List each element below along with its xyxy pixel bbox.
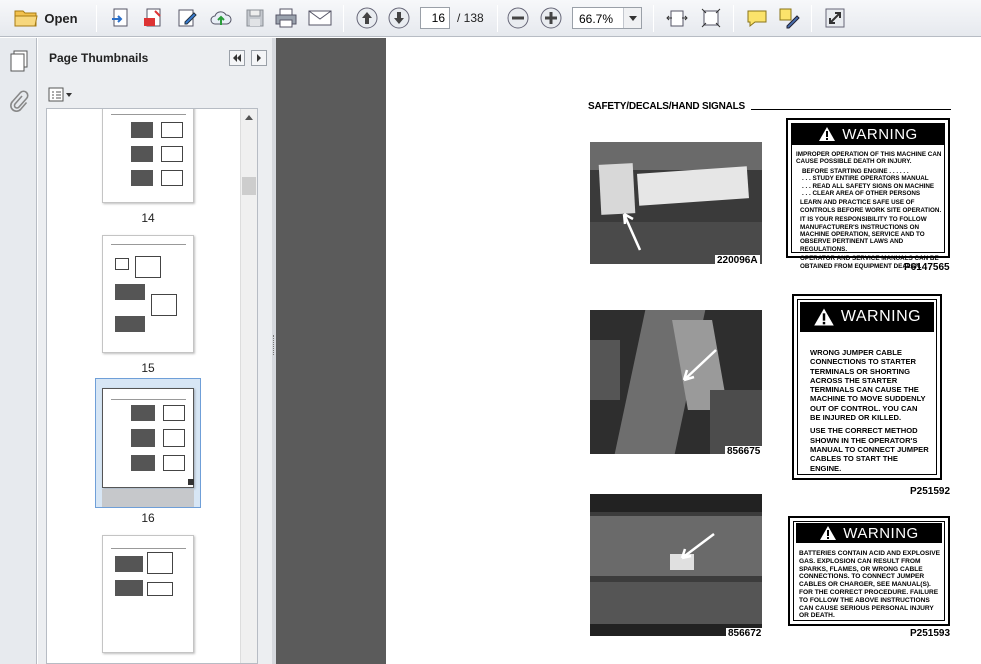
- warning-text: IMPROPER OPERATION OF THIS MACHINE CAN C…: [796, 151, 942, 270]
- speech-bubble-icon: [747, 10, 767, 28]
- save-button[interactable]: [242, 6, 268, 30]
- scroll-thumb[interactable]: [242, 177, 256, 195]
- main-toolbar: Open 16 / 138 66.7%: [0, 0, 981, 37]
- warning-text: WRONG JUMPER CABLE CONNECTIONS TO STARTE…: [810, 348, 929, 473]
- warning-triangle-icon: [820, 526, 837, 540]
- warning-title: WARNING: [842, 125, 918, 143]
- warning-title: WARNING: [843, 524, 919, 542]
- minus-circle-icon: [507, 7, 529, 29]
- fullscreen-button[interactable]: [822, 6, 848, 30]
- options-list-icon: [48, 87, 72, 102]
- section-rule: [751, 109, 951, 110]
- open-button[interactable]: Open: [8, 6, 84, 30]
- zoom-out-button[interactable]: [505, 6, 531, 30]
- fit-page-icon: [701, 8, 721, 28]
- pages-icon: [10, 50, 28, 72]
- zoom-value: 66.7%: [579, 12, 614, 26]
- thumbnail-page-current[interactable]: [102, 388, 194, 488]
- section-title: SAFETY/DECALS/HAND SIGNALS: [588, 101, 746, 112]
- convert-pdf-button[interactable]: [140, 6, 166, 30]
- thumbnail-label: 14: [141, 211, 155, 225]
- battery-photo: [590, 494, 762, 636]
- warning-title: WARNING: [840, 308, 922, 325]
- highlighter-icon: [779, 8, 800, 29]
- thumbnail-page[interactable]: [102, 535, 194, 653]
- save-icon: [246, 9, 264, 27]
- edit-icon: [178, 9, 197, 27]
- chevron-down-icon[interactable]: [623, 8, 641, 28]
- warning-header: WARNING: [791, 123, 945, 145]
- upload-button[interactable]: [208, 6, 234, 30]
- panel-title: Page Thumbnails: [49, 51, 149, 65]
- warning-decal: WARNING BATTERIES CONTAIN ACID AND EXPLO…: [788, 516, 950, 626]
- photo-code: 856675: [725, 446, 763, 457]
- warning-decal: WARNING IMPROPER OPERATION OF THIS MACHI…: [786, 118, 950, 270]
- warning-triangle-icon: [814, 308, 834, 326]
- create-pdf-button[interactable]: [108, 6, 134, 30]
- printer-icon: [275, 8, 297, 28]
- pointer-arrow-icon: [622, 212, 642, 251]
- splitter-grip[interactable]: [273, 335, 275, 355]
- scroll-up-button[interactable]: [241, 109, 257, 126]
- warning-text: BATTERIES CONTAIN ACID AND EXPLOSIVE GAS…: [799, 550, 941, 620]
- navigation-pane-strip: [0, 38, 37, 664]
- envelope-icon: [308, 10, 332, 26]
- page-thumbnails-tab[interactable]: [9, 50, 29, 72]
- double-chevron-left-icon: [233, 54, 241, 62]
- warning-triangle-icon: [819, 127, 836, 141]
- expand-icon: [825, 8, 845, 28]
- highlight-button[interactable]: [776, 6, 802, 30]
- page-number-input[interactable]: 16: [420, 7, 450, 29]
- resize-handle[interactable]: [188, 479, 194, 485]
- thumbnail-page[interactable]: [102, 109, 194, 203]
- arrow-down-icon: [388, 7, 410, 29]
- arrow-up-icon: [356, 7, 378, 29]
- pointer-arrow-icon: [680, 533, 715, 560]
- collapse-panel-button[interactable]: [229, 50, 245, 66]
- jumper-cable-photo: [590, 310, 762, 454]
- warning-decal: WARNING WRONG JUMPER CABLE CONNECTIONS T…: [792, 294, 942, 480]
- folder-icon: [14, 10, 38, 27]
- page-total: / 138: [457, 11, 484, 25]
- expand-panel-button[interactable]: [251, 50, 267, 66]
- next-page-button[interactable]: [386, 6, 412, 30]
- thumbnail-page[interactable]: [102, 235, 194, 353]
- cloud-upload-icon: [210, 11, 232, 25]
- email-button[interactable]: [306, 6, 334, 30]
- decal-code: P251592: [910, 486, 951, 497]
- chevron-right-icon: [257, 54, 261, 62]
- edit-pdf-button[interactable]: [174, 6, 200, 30]
- plus-circle-icon: [540, 7, 562, 29]
- attachments-tab[interactable]: [9, 90, 29, 114]
- document-view[interactable]: SAFETY/DECALS/HAND SIGNALS 220096A WARNI…: [276, 38, 981, 664]
- decal-photo: [590, 142, 762, 264]
- thumbnail-label: 15: [141, 361, 155, 375]
- thumbnails-panel: Page Thumbnails 14 15 16: [38, 38, 272, 664]
- document-page: SAFETY/DECALS/HAND SIGNALS 220096A WARNI…: [386, 38, 981, 664]
- paperclip-icon: [10, 90, 29, 112]
- photo-code: 220096A: [715, 255, 760, 266]
- comment-button[interactable]: [744, 6, 770, 30]
- fit-width-icon: [666, 10, 688, 27]
- decal-code: P251593: [910, 628, 951, 639]
- warning-header: WARNING: [796, 523, 942, 543]
- zoom-select[interactable]: 66.7%: [572, 7, 642, 29]
- warning-header: WARNING: [800, 302, 934, 332]
- create-pdf-icon: [112, 8, 128, 27]
- open-label: Open: [44, 10, 78, 26]
- thumbnail-label: 16: [141, 511, 155, 525]
- thumbnail-options-button[interactable]: [48, 86, 74, 104]
- fit-page-button[interactable]: [698, 6, 724, 30]
- decal-code: P6147565: [904, 262, 950, 273]
- zoom-in-button[interactable]: [538, 6, 564, 30]
- fit-width-button[interactable]: [664, 6, 690, 30]
- print-button[interactable]: [272, 6, 300, 30]
- photo-code: 856672: [726, 628, 764, 639]
- pdf-convert-icon: [144, 8, 161, 27]
- thumbnail-viewport-box[interactable]: [102, 489, 194, 507]
- pointer-arrow-icon: [682, 349, 717, 382]
- thumbnail-list[interactable]: 14 15 16: [46, 108, 258, 664]
- previous-page-button[interactable]: [354, 6, 380, 30]
- thumbnail-scrollbar[interactable]: [240, 109, 257, 663]
